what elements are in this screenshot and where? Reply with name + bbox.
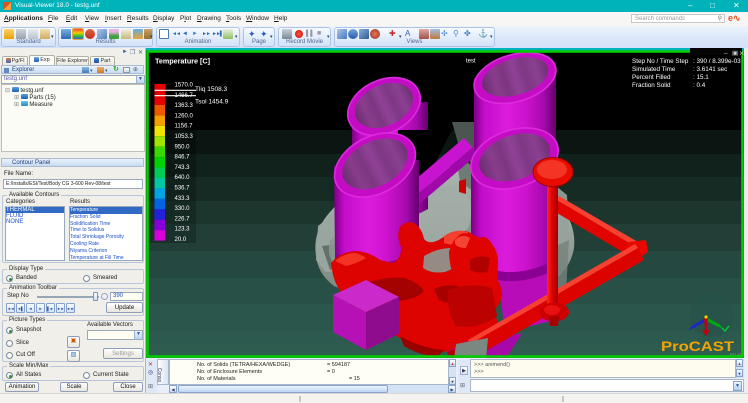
svg-text:: 15.1: : 15.1: [693, 74, 709, 81]
svg-text:433.3: 433.3: [175, 196, 191, 202]
svg-text:Tsol 1454.9: Tsol 1454.9: [195, 99, 229, 106]
svg-text:1260.0: 1260.0: [175, 113, 194, 119]
svg-text:▣: ▣: [732, 50, 738, 57]
svg-text:Step No / Time Step: Step No / Time Step: [632, 58, 689, 65]
svg-text:950.0: 950.0: [175, 144, 191, 150]
svg-text:✕: ✕: [739, 51, 744, 58]
svg-text:1053.3: 1053.3: [175, 134, 194, 140]
svg-text:Percent Filled: Percent Filled: [632, 74, 671, 81]
svg-text:536.7: 536.7: [175, 186, 191, 192]
svg-text:: 390 / 8.399e-03: : 390 / 8.399e-03: [693, 58, 741, 65]
svg-text:1363.3: 1363.3: [175, 103, 194, 109]
svg-text:Tliq 1508.3: Tliq 1508.3: [195, 86, 228, 93]
svg-text:743.3: 743.3: [175, 165, 191, 171]
svg-text:846.7: 846.7: [175, 155, 191, 161]
svg-text:20.0: 20.0: [175, 237, 187, 243]
svg-text:Temperature [C]: Temperature [C]: [155, 57, 210, 66]
svg-text:Simulated Time: Simulated Time: [632, 66, 676, 73]
svg-text:123.3: 123.3: [175, 227, 191, 233]
svg-text:test: test: [466, 59, 476, 65]
svg-text:Fraction Solid: Fraction Solid: [632, 82, 671, 89]
svg-text:226.7: 226.7: [175, 216, 191, 222]
svg-text:640.0: 640.0: [175, 175, 191, 181]
svg-text:: 0.4: : 0.4: [693, 82, 706, 89]
svg-text:330.0: 330.0: [175, 206, 191, 212]
svg-text:ProCAST: ProCAST: [661, 338, 735, 354]
svg-text:1570.0: 1570.0: [175, 83, 194, 89]
svg-text:1156.7: 1156.7: [175, 124, 194, 130]
svg-text:–: –: [724, 50, 728, 57]
svg-text:: 3.6141 sec: : 3.6141 sec: [693, 66, 727, 73]
